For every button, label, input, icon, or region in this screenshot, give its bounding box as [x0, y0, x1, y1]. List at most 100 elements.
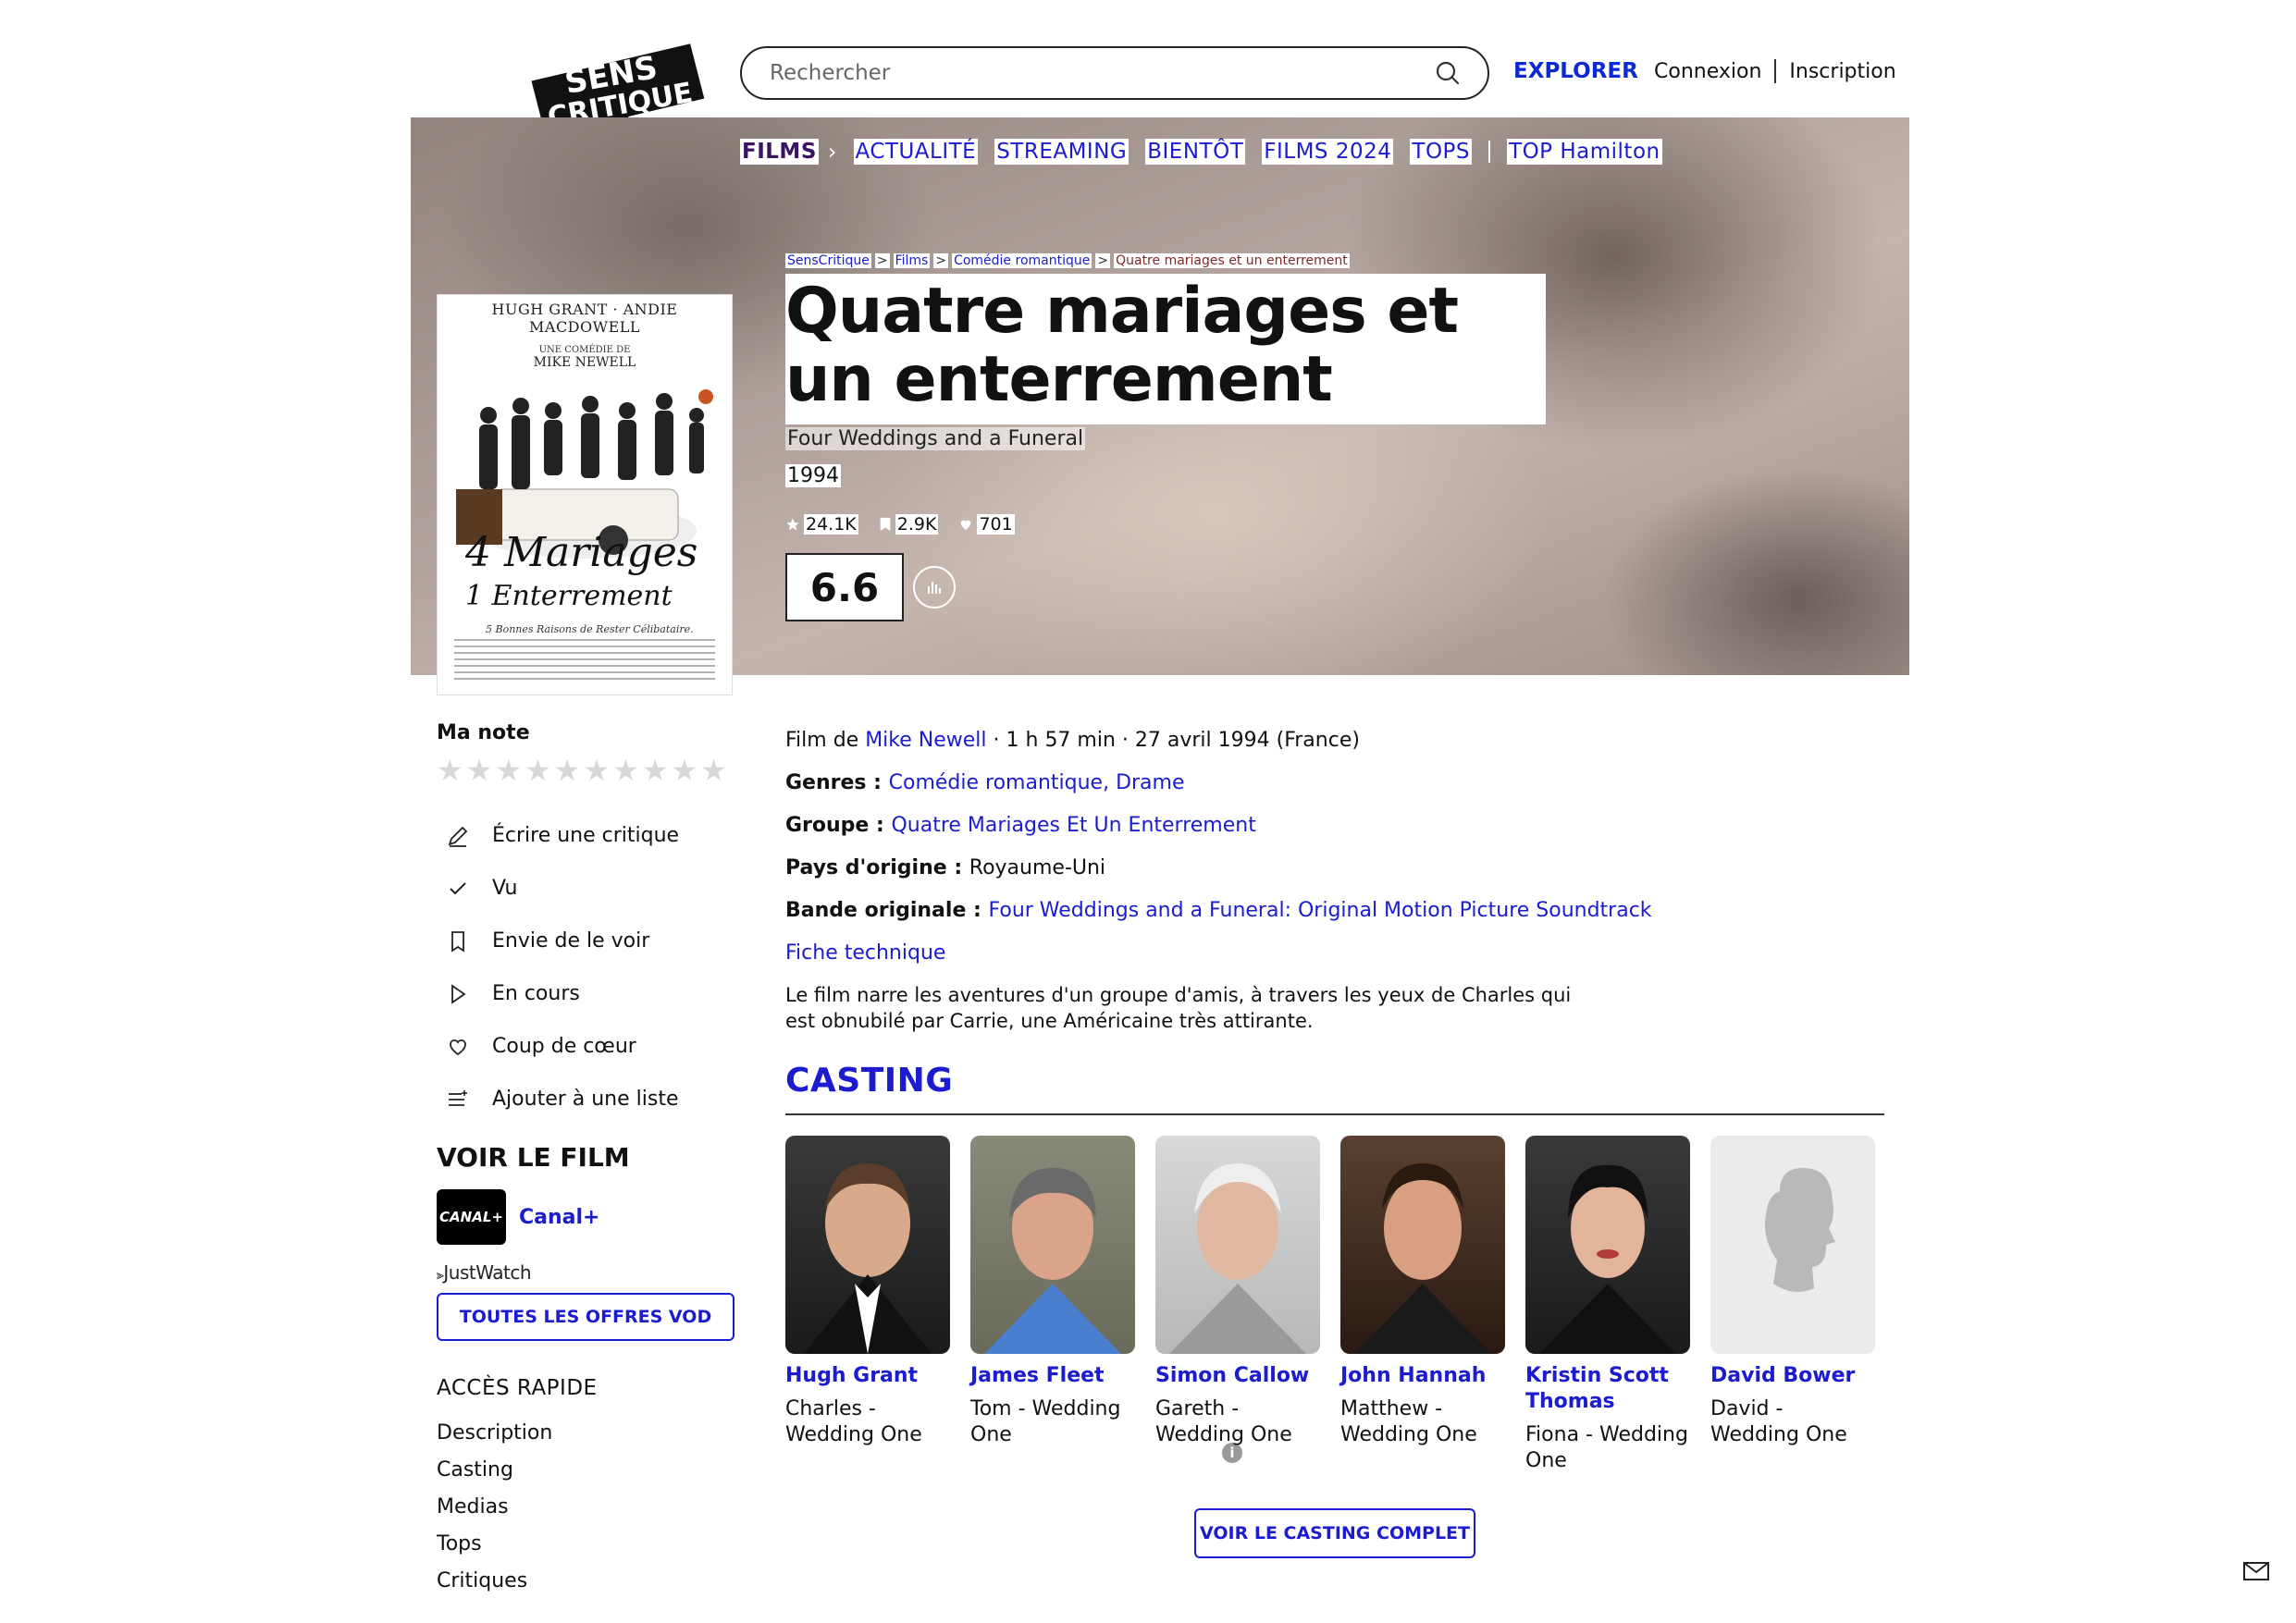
nav-bientot[interactable]: BIENTÔT: [1145, 139, 1246, 165]
movie-poster[interactable]: HUGH GRANT · ANDIE MACDOWELL UNE COMÉDIE…: [437, 294, 733, 695]
poster-tagline: 5 Bonnes Raisons de Rester Célibataire.: [486, 623, 694, 635]
release-year: 1994: [785, 464, 841, 487]
actor-photo[interactable]: [970, 1136, 1135, 1354]
film-by-prefix: Film de: [785, 729, 866, 752]
quick-access-links: Description Casting Medias Tops Critique…: [437, 1415, 734, 1600]
actor-card[interactable]: James Fleet Tom - Wedding One: [970, 1136, 1135, 1474]
rating-star-9[interactable]: ★: [672, 756, 698, 785]
rating-stars[interactable]: ★ ★ ★ ★ ★ ★ ★ ★ ★ ★: [437, 756, 734, 785]
nav-top-hamilton[interactable]: TOP Hamilton: [1507, 139, 1662, 165]
page-title: Quatre mariages et un enterrement: [785, 275, 1459, 416]
genres-link[interactable]: Comédie romantique, Drame: [889, 771, 1185, 794]
all-vod-offers-button[interactable]: TOUTES LES OFFRES VOD: [437, 1293, 734, 1341]
poster-subtitle: UNE COMÉDIE DE: [538, 345, 631, 355]
play-icon: [444, 980, 472, 1008]
nav-films-2024[interactable]: FILMS 2024: [1262, 139, 1394, 165]
wishlist-action[interactable]: Envie de le voir: [437, 915, 734, 967]
actor-photo[interactable]: [785, 1136, 950, 1354]
breadcrumb-separator: >: [1095, 253, 1111, 268]
category-nav: FILMS › ACTUALITÉ STREAMING BIENTÔT FILM…: [740, 139, 1662, 165]
actor-card[interactable]: Kristin Scott Thomas Fiona - Wedding One: [1525, 1136, 1690, 1474]
streaming-provider[interactable]: CANAL+ Canal+: [437, 1189, 734, 1245]
poster-title-line2: 1 Enterrement: [465, 580, 673, 612]
actor-role: David - Wedding One: [1710, 1397, 1847, 1446]
search-icon[interactable]: [1434, 59, 1462, 87]
actor-card[interactable]: Hugh Grant Charles - Wedding One: [785, 1136, 950, 1474]
star-icon: [786, 518, 799, 531]
actor-name[interactable]: Simon Callow: [1155, 1363, 1320, 1389]
cast-list: Hugh Grant Charles - Wedding One James F…: [785, 1136, 1875, 1474]
rating-star-6[interactable]: ★: [583, 756, 610, 785]
actor-name[interactable]: John Hannah: [1340, 1363, 1505, 1389]
add-to-list-action[interactable]: Ajouter à une liste: [437, 1073, 734, 1125]
breadcrumb-current[interactable]: Quatre mariages et un enterrement: [1114, 253, 1350, 268]
tech-sheet-link[interactable]: Fiche technique: [785, 941, 945, 965]
rating-star-7[interactable]: ★: [612, 756, 639, 785]
actor-photo[interactable]: [1340, 1136, 1505, 1354]
quick-link-critiques[interactable]: Critiques: [437, 1563, 734, 1600]
write-review-action[interactable]: Écrire une critique: [437, 809, 734, 862]
justwatch-logo[interactable]: ⫸JustWatch: [437, 1261, 734, 1284]
actor-name[interactable]: Kristin Scott Thomas: [1525, 1363, 1690, 1415]
mail-icon[interactable]: [2242, 1561, 2270, 1581]
provider-name[interactable]: Canal+: [519, 1206, 599, 1229]
actor-photo[interactable]: [1525, 1136, 1690, 1354]
actor-role: Matthew - Wedding One: [1340, 1397, 1477, 1446]
title-container: Quatre mariages et un enterrement: [785, 274, 1546, 424]
quick-link-description[interactable]: Description: [437, 1415, 734, 1452]
group-link[interactable]: Quatre Mariages Et Un Enterrement: [891, 814, 1255, 837]
actor-name[interactable]: Hugh Grant: [785, 1363, 950, 1389]
favorite-action[interactable]: Coup de cœur: [437, 1020, 734, 1073]
rating-star-2[interactable]: ★: [466, 756, 493, 785]
rating-star-10[interactable]: ★: [700, 756, 727, 785]
breadcrumb-genre[interactable]: Comédie romantique: [952, 253, 1092, 268]
quick-link-casting[interactable]: Casting: [437, 1452, 734, 1489]
director-row: Film de Mike Newell · 1 h 57 min · 27 av…: [785, 721, 1895, 764]
actor-name[interactable]: James Fleet: [970, 1363, 1135, 1389]
nav-actualite[interactable]: ACTUALITÉ: [853, 139, 979, 165]
ratings-count: 24.1K: [785, 514, 858, 535]
nav-streaming[interactable]: STREAMING: [994, 139, 1129, 165]
rating-distribution-button[interactable]: [913, 566, 956, 609]
group-label: Groupe :: [785, 814, 892, 837]
actor-card[interactable]: John Hannah Matthew - Wedding One: [1340, 1136, 1505, 1474]
full-casting-button[interactable]: VOIR LE CASTING COMPLET: [1194, 1508, 1475, 1558]
nav-tops[interactable]: TOPS: [1410, 139, 1473, 165]
rating-star-4[interactable]: ★: [525, 756, 551, 785]
login-link[interactable]: Connexion: [1654, 60, 1761, 83]
casting-title: CASTING: [785, 1062, 954, 1100]
canal-plus-logo: CANAL+: [437, 1189, 506, 1245]
explorer-link[interactable]: EXPLORER: [1513, 59, 1638, 83]
actor-role: Fiona - Wedding One: [1525, 1423, 1688, 1472]
casting-divider: [785, 1113, 1884, 1115]
breadcrumb-senscritique[interactable]: SensCritique: [785, 253, 871, 268]
actor-photo-placeholder[interactable]: [1710, 1136, 1875, 1354]
rating-star-8[interactable]: ★: [642, 756, 669, 785]
pencil-icon: [444, 822, 472, 850]
soundtrack-link[interactable]: Four Weddings and a Funeral: Original Mo…: [988, 899, 1651, 922]
actor-photo[interactable]: [1155, 1136, 1320, 1354]
breadcrumb-films[interactable]: Films: [893, 253, 931, 268]
search-input[interactable]: [770, 61, 1434, 85]
tech-sheet-row: Fiche technique: [785, 934, 1895, 977]
movie-details: Film de Mike Newell · 1 h 57 min · 27 av…: [785, 721, 1895, 1034]
rating-star-5[interactable]: ★: [554, 756, 581, 785]
actor-name[interactable]: David Bower: [1710, 1363, 1875, 1389]
actor-card[interactable]: Simon Callow Gareth - Wedding One: [1155, 1136, 1320, 1474]
seen-action[interactable]: Vu: [437, 862, 734, 915]
signup-link[interactable]: Inscription: [1789, 60, 1895, 83]
group-row: Groupe : Quatre Mariages Et Un Enterreme…: [785, 806, 1895, 849]
nav-films[interactable]: FILMS: [740, 139, 819, 165]
write-review-label: Écrire une critique: [492, 824, 680, 847]
director-link[interactable]: Mike Newell: [865, 729, 986, 752]
quick-link-medias[interactable]: Medias: [437, 1489, 734, 1526]
in-progress-action[interactable]: En cours: [437, 967, 734, 1020]
quick-link-tops[interactable]: Tops: [437, 1526, 734, 1563]
chevron-right-icon: ›: [827, 139, 837, 165]
search-bar[interactable]: [740, 46, 1489, 100]
list-icon: [444, 1086, 472, 1113]
rating-star-3[interactable]: ★: [495, 756, 522, 785]
left-sidebar: Ma note ★ ★ ★ ★ ★ ★ ★ ★ ★ ★ Écrire une c…: [437, 721, 1242, 1600]
actor-card[interactable]: David Bower David - Wedding One: [1710, 1136, 1875, 1474]
rating-star-1[interactable]: ★: [437, 756, 463, 785]
